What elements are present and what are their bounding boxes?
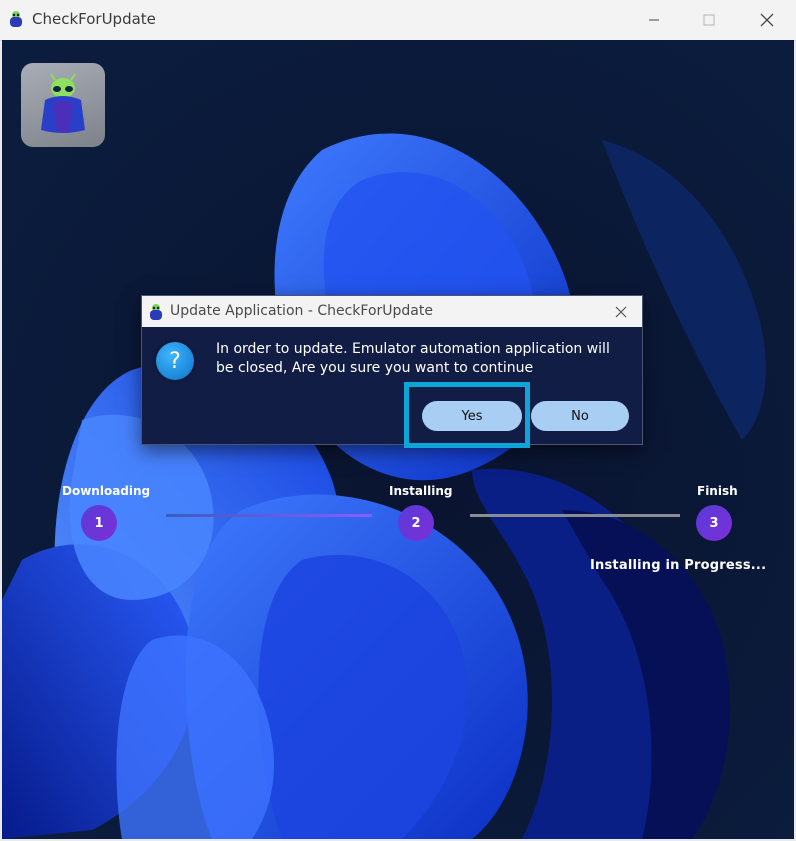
dialog-app-icon: [150, 304, 162, 320]
install-status: Installing in Progress...: [590, 558, 767, 573]
window-titlebar: CheckForUpdate: [0, 0, 796, 41]
no-button[interactable]: No: [531, 401, 629, 431]
step-circle-3: 3: [696, 505, 732, 541]
step-label-installing: Installing: [389, 484, 453, 498]
app-logo-icon: [41, 74, 85, 133]
step-label-downloading: Downloading: [62, 484, 151, 498]
app-icon: [10, 11, 22, 27]
dialog-title: Update Application - CheckForUpdate: [170, 303, 433, 319]
window-title: CheckForUpdate: [32, 10, 156, 28]
close-button[interactable]: [744, 0, 790, 40]
dialog-message: In order to update. Emulator automation …: [216, 341, 610, 376]
question-icon: ?: [156, 342, 194, 380]
close-icon: [615, 306, 627, 318]
update-dialog: Update Application - CheckForUpdate ? In…: [141, 295, 643, 445]
dialog-titlebar: Update Application - CheckForUpdate: [142, 296, 642, 327]
progress-line-2: [470, 514, 680, 517]
progress-line-1: [166, 514, 372, 517]
dialog-close-button[interactable]: [608, 300, 634, 324]
yes-button-highlight: [404, 382, 530, 448]
step-label-finish: Finish: [697, 484, 738, 498]
maximize-icon: [703, 14, 715, 26]
minimize-button[interactable]: [631, 0, 677, 40]
step-circle-1: 1: [81, 505, 117, 541]
step-circle-2: 2: [398, 505, 434, 541]
app-logo: [21, 63, 105, 147]
close-icon: [760, 13, 774, 27]
minimize-icon: [649, 19, 659, 21]
maximize-button[interactable]: [686, 0, 732, 40]
